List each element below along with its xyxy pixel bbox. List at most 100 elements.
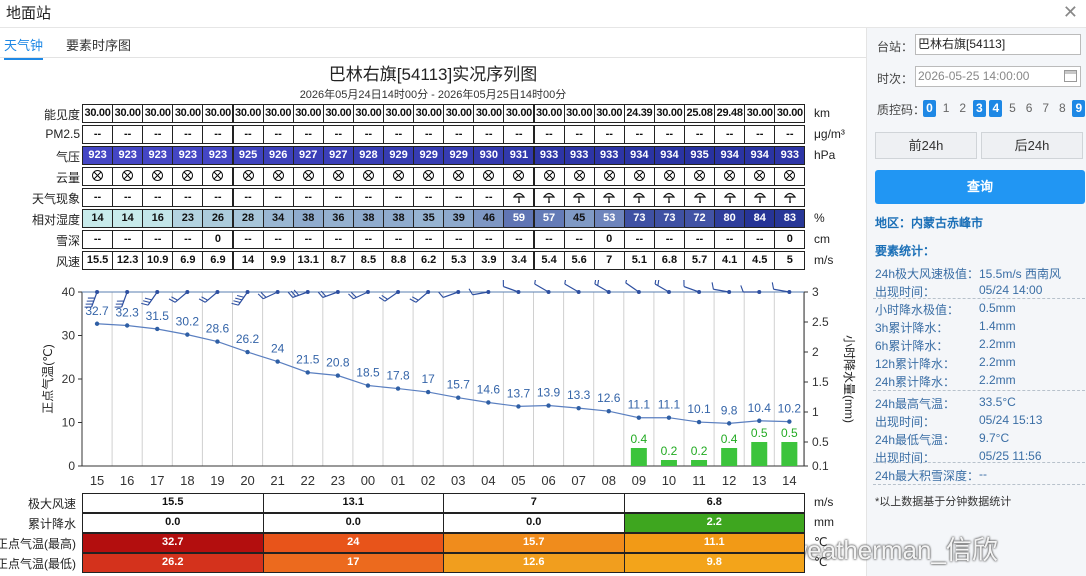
precip-label: 0.5 — [751, 426, 768, 440]
qc-code-2[interactable]: 2 — [956, 100, 969, 117]
cell-pressure: 934 — [623, 146, 655, 165]
qc-code-1[interactable]: 1 — [940, 100, 953, 117]
stat-value: 05/24 14:00 — [979, 283, 1043, 297]
cell-pm25: -- — [112, 125, 144, 144]
y2-tick-label: 0.5 — [812, 435, 829, 449]
summary-label-temp_max: 正点气温(最高) — [0, 537, 76, 551]
row-label-wind: 风速 — [55, 255, 80, 269]
cloud-cover-icon — [623, 167, 655, 186]
cell-snow: 0 — [202, 230, 234, 249]
temperature-point — [155, 326, 160, 332]
cell-pressure: 928 — [352, 146, 384, 165]
tab-element-timeseries[interactable]: 要素时序图 — [66, 35, 131, 54]
cell-visibility: 30.00 — [593, 104, 625, 123]
cell-pm25: -- — [322, 125, 354, 144]
wind-barb-dot — [456, 290, 461, 294]
row-label-pressure: 气压 — [55, 150, 80, 164]
cell-pressure: 929 — [383, 146, 415, 165]
cell-wind: 9.9 — [262, 251, 294, 270]
stat-row: 3h累计降水： 1.4mm — [875, 319, 1016, 336]
precip-label: 0.4 — [631, 432, 648, 446]
wind-barb-feather — [711, 282, 714, 290]
cell-weather: -- — [473, 188, 505, 207]
qc-code-9[interactable]: 9 — [1072, 100, 1086, 117]
wind-barb-dot — [697, 290, 702, 294]
temperature-point — [275, 359, 280, 364]
cell-pressure: 923 — [142, 146, 174, 165]
qc-code-7[interactable]: 7 — [1039, 100, 1052, 117]
stat-key: 24h极大风速极值： — [875, 267, 980, 281]
qc-code-6[interactable]: 6 — [1023, 100, 1036, 117]
query-button[interactable]: 查询 — [875, 170, 1085, 204]
wind-barb-dot — [426, 290, 431, 294]
prev-24h-button[interactable]: 前24h — [875, 132, 977, 159]
calendar-icon[interactable] — [1064, 70, 1077, 82]
cell-wind: 5 — [774, 251, 806, 270]
cell-visibility: 30.00 — [563, 104, 595, 123]
cell-visibility: 30.00 — [172, 104, 204, 123]
cell-humidity: 35 — [413, 209, 445, 228]
cell-pressure: 934 — [653, 146, 685, 165]
temperature-label: 13.7 — [507, 386, 531, 400]
cell-pm25: -- — [714, 125, 746, 144]
cell-visibility: 30.00 — [232, 104, 264, 123]
cell-visibility: 30.00 — [112, 104, 144, 123]
rain-icon — [623, 188, 655, 207]
temperature-point — [365, 383, 371, 388]
y-axis-label: 正点气温(℃) — [40, 344, 55, 413]
cell-pm25: -- — [473, 125, 505, 144]
time-input[interactable]: 2026-05-25 14:00:00 — [915, 66, 1081, 87]
cell-pm25: -- — [563, 125, 595, 144]
summary-label-precip: 累计降水 — [27, 517, 76, 531]
wind-barb-feather — [657, 280, 660, 286]
cell-snow: -- — [533, 230, 565, 249]
cell-weather: -- — [292, 188, 324, 207]
summary-cell-temp_max: 11.1 — [623, 533, 805, 553]
y-tick-label: 40 — [62, 285, 76, 299]
temperature-point — [215, 339, 220, 344]
cloud-cover-icon — [232, 167, 264, 186]
wind-barb-feather — [317, 291, 324, 298]
cell-wind: 14 — [232, 251, 264, 270]
cloud-cover-icon — [112, 167, 144, 186]
qc-code-5[interactable]: 5 — [1006, 100, 1019, 117]
row-label-snow: 雪深 — [55, 234, 80, 248]
cell-snow: -- — [322, 230, 354, 249]
temperature-label: 11.1 — [658, 398, 681, 412]
stat-row: 小时降水极值： 0.5mm — [875, 301, 1016, 318]
cloud-cover-icon — [503, 167, 535, 186]
cell-wind: 6.2 — [413, 251, 445, 270]
precip-label: 0.5 — [781, 426, 798, 440]
cell-pm25: -- — [232, 125, 264, 144]
wind-barb-feather — [597, 280, 600, 286]
cell-humidity: 26 — [202, 209, 234, 228]
qc-code-8[interactable]: 8 — [1056, 100, 1069, 117]
temperature-point — [395, 386, 401, 391]
wind-barb-dot — [666, 290, 671, 294]
x-tick-label: 16 — [120, 473, 134, 488]
station-input[interactable]: 巴林右旗[54113] — [915, 34, 1081, 55]
x-tick-label: 04 — [481, 473, 495, 488]
precip-bar — [691, 460, 708, 466]
station-label: 台站： — [877, 40, 914, 54]
cell-wind: 4.1 — [714, 251, 746, 270]
close-icon[interactable]: ✕ — [1063, 2, 1078, 23]
rain-icon — [653, 188, 685, 207]
next-24h-button[interactable]: 后24h — [981, 132, 1083, 159]
stat-value: 1.4mm — [979, 319, 1016, 333]
x-tick-label: 10 — [662, 473, 676, 488]
wind-barb-icon — [262, 291, 278, 300]
row-label-pm25: PM2.5 — [45, 127, 80, 141]
qc-code-0[interactable]: 0 — [923, 100, 936, 117]
cell-pressure: 934 — [744, 146, 776, 165]
tab-bar: 天气钟 要素时序图 — [0, 30, 866, 60]
temperature-label: 28.6 — [206, 322, 230, 336]
qc-code-4[interactable]: 4 — [989, 100, 1003, 117]
qc-code-3[interactable]: 3 — [972, 100, 986, 117]
cell-snow: -- — [413, 230, 445, 249]
tab-weather-clock[interactable]: 天气钟 — [4, 35, 44, 60]
cell-pressure: 933 — [533, 146, 565, 165]
cell-pressure: 927 — [322, 146, 354, 165]
cell-wind: 8.5 — [352, 251, 384, 270]
summary-cell-precip: 0.0 — [82, 513, 264, 533]
